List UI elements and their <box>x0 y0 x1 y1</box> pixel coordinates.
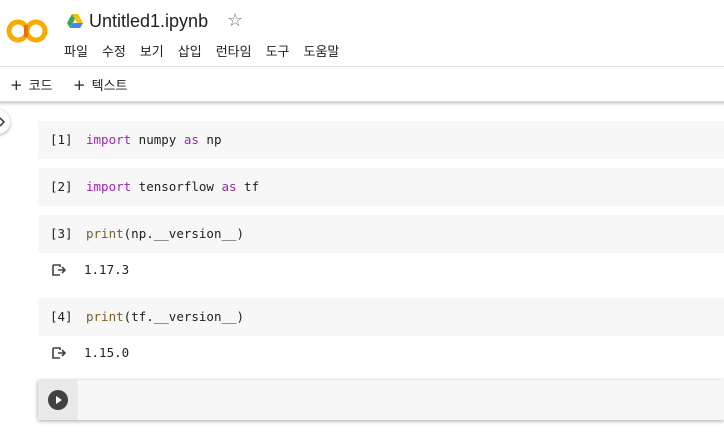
app-header: Untitled1.ipynb ☆ 파일 수정 보기 삽입 런타임 도구 도움말 <box>0 0 724 66</box>
code-token: (np.__version__) <box>123 226 245 241</box>
output-arrow-icon[interactable] <box>52 264 66 276</box>
run-area <box>38 380 78 420</box>
code-token: print <box>86 309 124 324</box>
execution-count: [4] <box>50 309 73 324</box>
code-cell[interactable]: [4] print(tf.__version__) <box>38 298 724 336</box>
google-drive-icon[interactable] <box>67 14 83 28</box>
code-token: (tf.__version__) <box>123 309 245 324</box>
code-token: tf <box>236 179 260 194</box>
colab-logo[interactable] <box>6 16 48 46</box>
code-line[interactable]: import tensorflow as tf <box>86 179 259 194</box>
code-token: tensorflow <box>131 179 222 194</box>
output-text: 1.15.0 <box>84 345 130 360</box>
execution-count: [3] <box>50 226 73 241</box>
code-token: np <box>198 132 222 147</box>
menu-runtime[interactable]: 런타임 <box>216 41 252 60</box>
notebook-area: [1] import numpy as np [2] import tensor… <box>22 106 724 443</box>
code-cell[interactable]: [1] import numpy as np <box>38 121 724 159</box>
menu-tools[interactable]: 도구 <box>266 41 290 60</box>
menu-bar: 파일 수정 보기 삽입 런타임 도구 도움말 <box>64 41 353 60</box>
plus-icon: + <box>73 76 86 94</box>
star-icon[interactable]: ☆ <box>227 11 243 31</box>
cell-output: 1.17.3 <box>38 254 724 288</box>
empty-code-cell[interactable] <box>38 380 724 420</box>
chevron-right-icon <box>0 117 5 127</box>
execution-count: [2] <box>50 179 73 194</box>
code-token: as <box>183 132 199 147</box>
code-line[interactable]: import numpy as np <box>86 132 221 147</box>
code-token: as <box>221 179 237 194</box>
execution-count: [1] <box>50 132 73 147</box>
notebook-title[interactable]: Untitled1.ipynb <box>89 11 208 32</box>
code-token: print <box>86 226 124 241</box>
sidebar-toggle[interactable] <box>0 110 10 134</box>
code-token: import <box>86 179 132 194</box>
code-cell[interactable]: [2] import tensorflow as tf <box>38 168 724 206</box>
output-text: 1.17.3 <box>84 262 130 277</box>
run-cell-button[interactable] <box>48 390 68 410</box>
add-text-button[interactable]: + 텍스트 <box>73 75 127 94</box>
code-cell[interactable]: [3] print(np.__version__) <box>38 215 724 253</box>
code-line[interactable]: print(tf.__version__) <box>86 309 244 324</box>
plus-icon: + <box>10 76 23 94</box>
menu-file[interactable]: 파일 <box>64 41 88 60</box>
menu-help[interactable]: 도움말 <box>304 41 340 60</box>
cell-output: 1.15.0 <box>38 337 724 371</box>
toolbar: + 코드 + 텍스트 <box>0 66 724 102</box>
add-code-label: 코드 <box>28 79 53 94</box>
menu-view[interactable]: 보기 <box>140 41 164 60</box>
menu-insert[interactable]: 삽입 <box>178 41 202 60</box>
menu-edit[interactable]: 수정 <box>102 41 126 60</box>
output-arrow-icon[interactable] <box>52 347 66 359</box>
add-code-button[interactable]: + 코드 <box>10 75 53 94</box>
add-text-label: 텍스트 <box>91 79 128 94</box>
code-token: numpy <box>131 132 184 147</box>
code-token: import <box>86 132 132 147</box>
code-line[interactable]: print(np.__version__) <box>86 226 244 241</box>
